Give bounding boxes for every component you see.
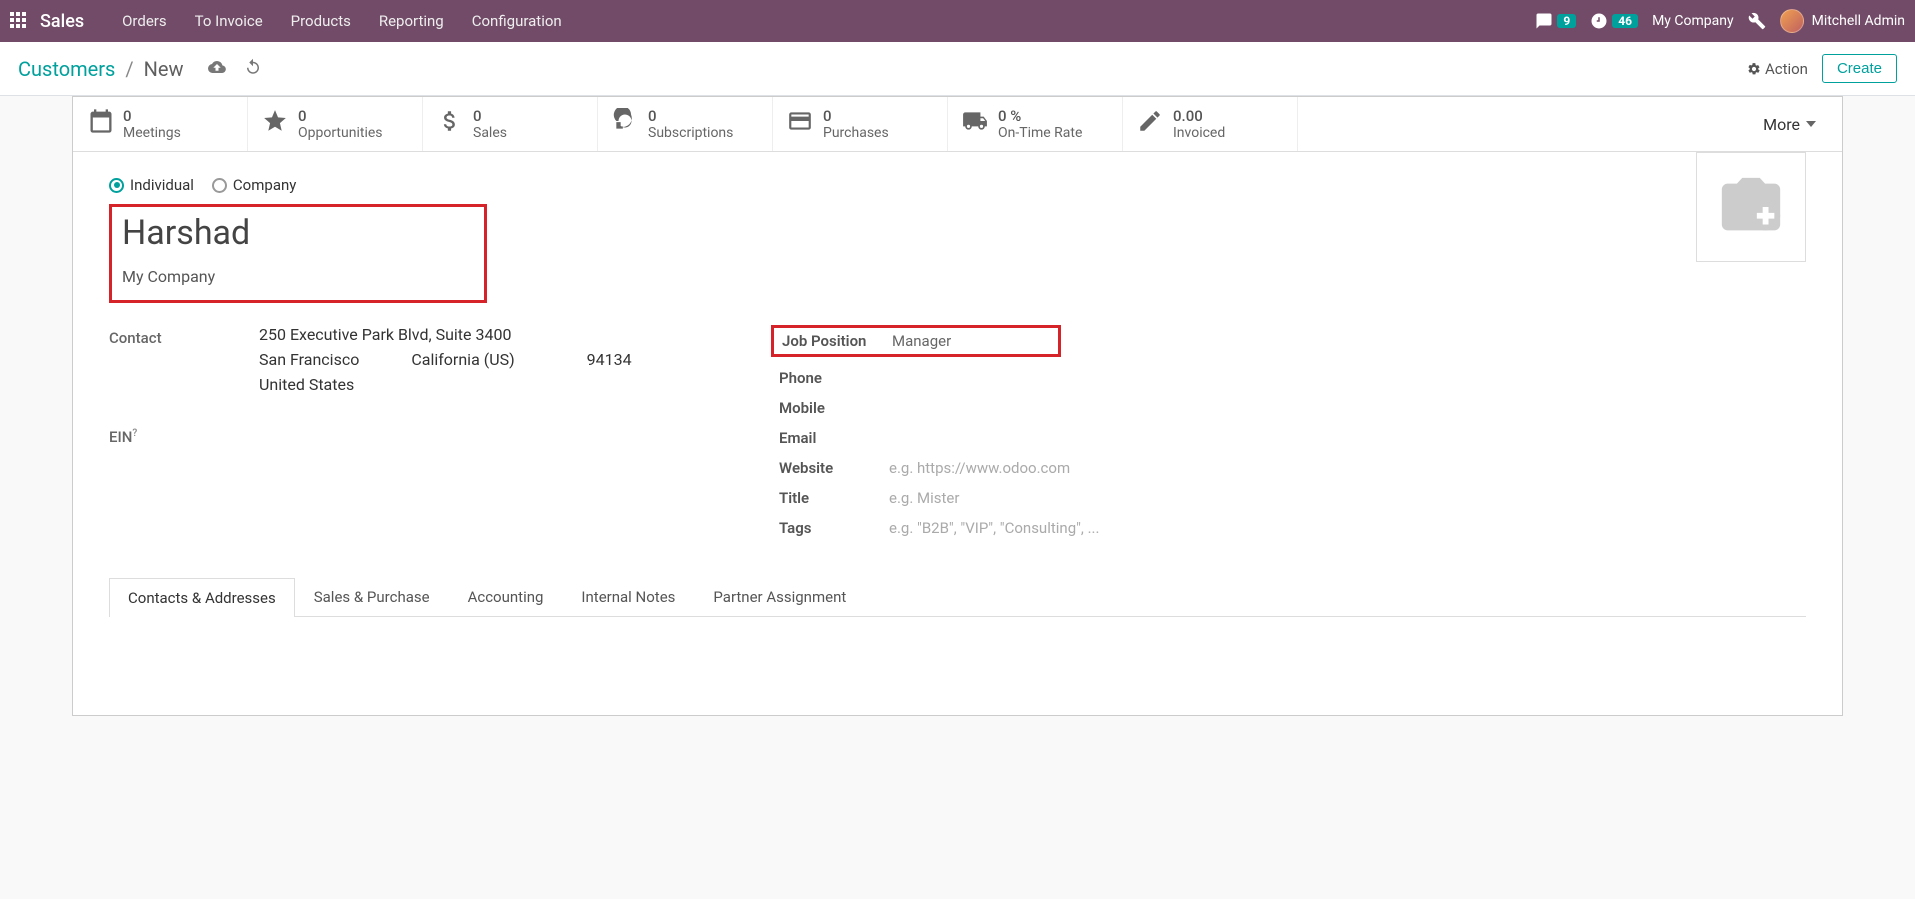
- tab-internal-notes[interactable]: Internal Notes: [562, 577, 694, 616]
- truck-icon: [962, 108, 988, 140]
- stat-subscriptions[interactable]: 0Subscriptions: [598, 97, 773, 151]
- tab-sales-purchase[interactable]: Sales & Purchase: [295, 577, 449, 616]
- phone-label: Phone: [779, 369, 889, 387]
- gear-icon: [1747, 62, 1761, 76]
- stat-opportunities[interactable]: 0Opportunities: [248, 97, 423, 151]
- company-input[interactable]: My Company: [122, 267, 474, 286]
- edit-icon: [1137, 108, 1163, 140]
- country-input[interactable]: United States: [259, 375, 779, 394]
- image-upload[interactable]: [1696, 152, 1806, 262]
- tab-contacts-addresses[interactable]: Contacts & Addresses: [109, 578, 295, 617]
- topbar: Sales Orders To Invoice Products Reporti…: [0, 0, 1915, 42]
- more-button[interactable]: More: [1737, 97, 1842, 151]
- chat-icon: [1535, 12, 1553, 30]
- website-label: Website: [779, 459, 889, 477]
- breadcrumb-sep: /: [125, 57, 133, 81]
- breadcrumb-current: New: [144, 57, 184, 81]
- stat-ontime[interactable]: 0 %On-Time Rate: [948, 97, 1123, 151]
- stat-row: 0Meetings 0Opportunities 0Sales 0Subscri…: [73, 97, 1842, 152]
- contact-label: Contact: [109, 325, 259, 347]
- action-button[interactable]: Action: [1747, 60, 1808, 78]
- app-name[interactable]: Sales: [40, 11, 84, 32]
- stat-invoiced[interactable]: 0.00Invoiced: [1123, 97, 1298, 151]
- form-sheet: 0Meetings 0Opportunities 0Sales 0Subscri…: [72, 96, 1843, 716]
- refresh-icon: [612, 108, 638, 140]
- stat-meetings[interactable]: 0Meetings: [73, 97, 248, 151]
- mobile-label: Mobile: [779, 399, 889, 417]
- tags-input[interactable]: e.g. "B2B", "VIP", "Consulting", ...: [889, 519, 1806, 537]
- activities-count: 46: [1612, 14, 1638, 28]
- nav-to-invoice[interactable]: To Invoice: [181, 0, 277, 42]
- title-label: Title: [779, 489, 889, 507]
- address-block[interactable]: 250 Executive Park Blvd, Suite 3400 San …: [259, 325, 779, 400]
- user-menu[interactable]: Mitchell Admin: [1780, 9, 1905, 33]
- radio-icon: [212, 178, 227, 193]
- radio-icon: [109, 178, 124, 193]
- company-name[interactable]: My Company: [1652, 13, 1734, 29]
- nav-configuration[interactable]: Configuration: [458, 0, 576, 42]
- chevron-down-icon: [1806, 121, 1816, 127]
- zip-input[interactable]: 94134: [587, 350, 632, 369]
- save-icon[interactable]: [208, 57, 226, 81]
- activities-button[interactable]: 46: [1590, 12, 1638, 30]
- tab-partner-assignment[interactable]: Partner Assignment: [694, 577, 865, 616]
- controlbar: Customers / New Action Create: [0, 42, 1915, 96]
- avatar: [1780, 9, 1804, 33]
- stat-purchases[interactable]: 0Purchases: [773, 97, 948, 151]
- username: Mitchell Admin: [1812, 13, 1905, 29]
- name-block-highlight: Harshad My Company: [109, 204, 487, 303]
- street-input[interactable]: 250 Executive Park Blvd, Suite 3400: [259, 325, 779, 344]
- website-input[interactable]: e.g. https://www.odoo.com: [889, 459, 1806, 477]
- ein-label: EIN?: [109, 424, 259, 446]
- messages-button[interactable]: 9: [1535, 12, 1576, 30]
- calendar-icon: [87, 107, 113, 141]
- apps-icon[interactable]: [10, 12, 28, 30]
- type-radio-row: Individual Company: [109, 176, 1806, 194]
- tags-label: Tags: [779, 519, 889, 537]
- nav-menu: Orders To Invoice Products Reporting Con…: [108, 0, 576, 42]
- nav-reporting[interactable]: Reporting: [365, 0, 458, 42]
- camera-icon: [1716, 172, 1786, 242]
- card-icon: [787, 108, 813, 140]
- tabs: Contacts & Addresses Sales & Purchase Ac…: [109, 577, 1806, 617]
- radio-individual[interactable]: Individual: [109, 176, 194, 194]
- discard-icon[interactable]: [244, 57, 262, 81]
- clock-icon: [1590, 12, 1608, 30]
- dollar-icon: [437, 108, 463, 140]
- create-button[interactable]: Create: [1822, 54, 1897, 83]
- title-input[interactable]: e.g. Mister: [889, 489, 1806, 507]
- city-input[interactable]: San Francisco: [259, 350, 359, 369]
- stat-sales[interactable]: 0Sales: [423, 97, 598, 151]
- email-label: Email: [779, 429, 889, 447]
- radio-company[interactable]: Company: [212, 176, 296, 194]
- breadcrumb: Customers / New: [18, 57, 262, 81]
- job-position-input[interactable]: Manager: [892, 332, 1050, 350]
- job-position-highlight: Job Position Manager: [771, 325, 1061, 357]
- debug-icon[interactable]: [1748, 12, 1766, 30]
- job-position-label: Job Position: [782, 332, 892, 350]
- name-input[interactable]: Harshad: [122, 213, 474, 253]
- state-input[interactable]: California (US): [411, 350, 514, 369]
- tab-accounting[interactable]: Accounting: [449, 577, 563, 616]
- nav-products[interactable]: Products: [277, 0, 365, 42]
- breadcrumb-root[interactable]: Customers: [18, 57, 115, 81]
- nav-orders[interactable]: Orders: [108, 0, 181, 42]
- star-icon: [262, 108, 288, 140]
- messages-count: 9: [1557, 14, 1576, 28]
